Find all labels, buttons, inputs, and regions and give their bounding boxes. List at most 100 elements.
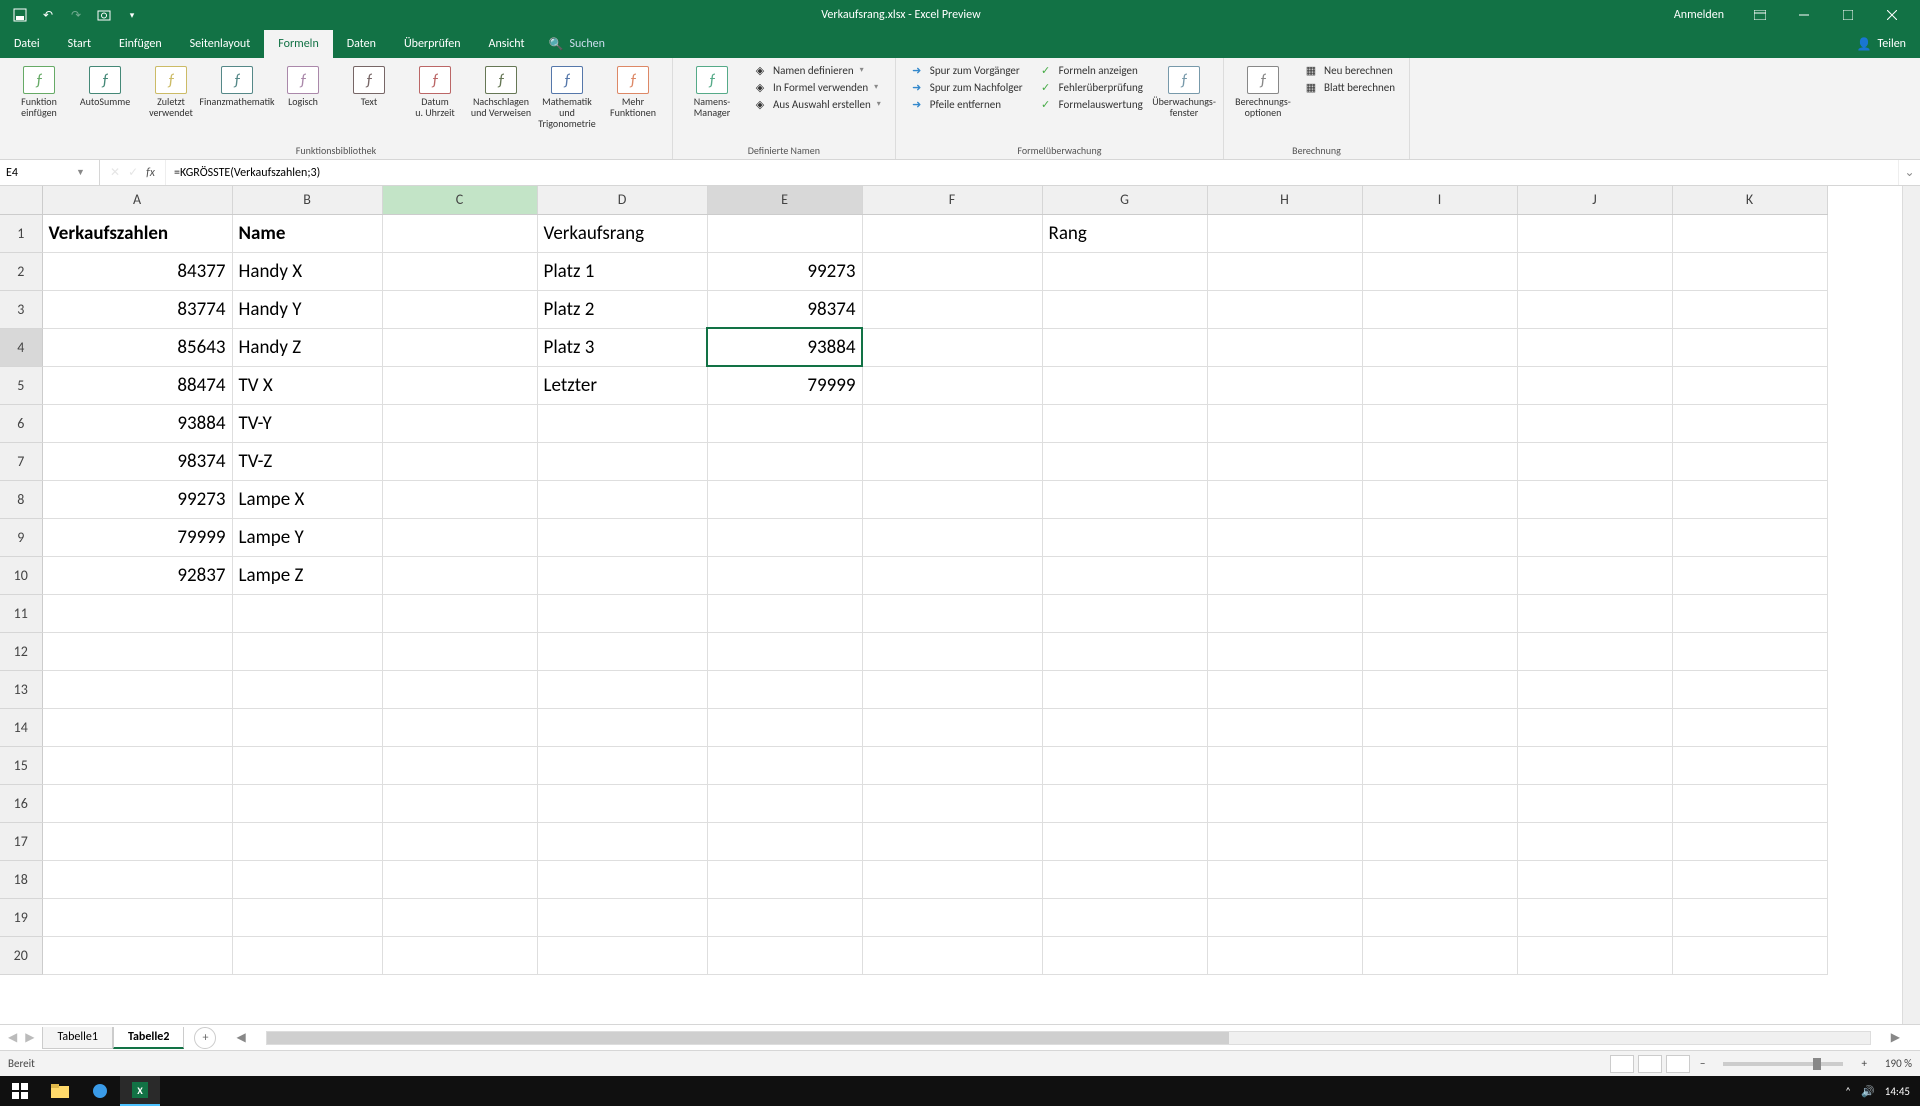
cell-F11[interactable] bbox=[862, 594, 1042, 632]
cell-J3[interactable] bbox=[1517, 290, 1672, 328]
cell-K17[interactable] bbox=[1672, 822, 1827, 860]
cell-F2[interactable] bbox=[862, 252, 1042, 290]
cell-J6[interactable] bbox=[1517, 404, 1672, 442]
tab-ansicht[interactable]: Ansicht bbox=[475, 30, 539, 58]
cell-C10[interactable] bbox=[382, 556, 537, 594]
row-header-3[interactable]: 3 bbox=[0, 290, 42, 328]
cell-G11[interactable] bbox=[1042, 594, 1207, 632]
cell-I20[interactable] bbox=[1362, 936, 1517, 974]
excel-taskbar-icon[interactable]: X bbox=[120, 1076, 160, 1106]
cell-E8[interactable] bbox=[707, 480, 862, 518]
cell-D7[interactable] bbox=[537, 442, 707, 480]
cell-F19[interactable] bbox=[862, 898, 1042, 936]
zoom-slider[interactable] bbox=[1723, 1062, 1843, 1066]
col-header-B[interactable]: B bbox=[232, 186, 382, 214]
cell-A5[interactable]: 88474 bbox=[42, 366, 232, 404]
cell-D15[interactable] bbox=[537, 746, 707, 784]
add-sheet-button[interactable]: + bbox=[194, 1027, 216, 1049]
cell-K12[interactable] bbox=[1672, 632, 1827, 670]
cell-F16[interactable] bbox=[862, 784, 1042, 822]
ribbon-namen-definieren[interactable]: ◈Namen definieren ▾ bbox=[747, 62, 887, 78]
row-header-2[interactable]: 2 bbox=[0, 252, 42, 290]
cell-F5[interactable] bbox=[862, 366, 1042, 404]
row-header-15[interactable]: 15 bbox=[0, 746, 42, 784]
ribbon-datum-u-uhrzeit[interactable]: ƒDatumu. Uhrzeit bbox=[404, 62, 466, 118]
cell-E5[interactable]: 79999 bbox=[707, 366, 862, 404]
name-box-input[interactable] bbox=[6, 166, 76, 180]
formula-bar-expand-icon[interactable]: ⌄ bbox=[1898, 160, 1920, 185]
cell-G9[interactable] bbox=[1042, 518, 1207, 556]
maximize-icon[interactable] bbox=[1828, 0, 1868, 30]
cell-K1[interactable] bbox=[1672, 214, 1827, 252]
cell-D13[interactable] bbox=[537, 670, 707, 708]
cell-B12[interactable] bbox=[232, 632, 382, 670]
ribbon-mehr-funktionen[interactable]: ƒMehrFunktionen bbox=[602, 62, 664, 118]
cell-J2[interactable] bbox=[1517, 252, 1672, 290]
cell-K20[interactable] bbox=[1672, 936, 1827, 974]
row-header-1[interactable]: 1 bbox=[0, 214, 42, 252]
ribbon-nachschlagen-und-verweisen[interactable]: ƒNachschlagenund Verweisen bbox=[470, 62, 532, 118]
tab-datei[interactable]: Datei bbox=[0, 30, 54, 58]
cell-K16[interactable] bbox=[1672, 784, 1827, 822]
cell-D12[interactable] bbox=[537, 632, 707, 670]
close-icon[interactable] bbox=[1872, 0, 1912, 30]
cell-F4[interactable] bbox=[862, 328, 1042, 366]
cell-H10[interactable] bbox=[1207, 556, 1362, 594]
cell-H19[interactable] bbox=[1207, 898, 1362, 936]
row-header-12[interactable]: 12 bbox=[0, 632, 42, 670]
cell-D5[interactable]: Letzter bbox=[537, 366, 707, 404]
col-header-C[interactable]: C bbox=[382, 186, 537, 214]
cell-J8[interactable] bbox=[1517, 480, 1672, 518]
cell-H13[interactable] bbox=[1207, 670, 1362, 708]
cell-D4[interactable]: Platz 3 bbox=[537, 328, 707, 366]
tab-formeln[interactable]: Formeln bbox=[264, 30, 332, 58]
tab-start[interactable]: Start bbox=[54, 30, 105, 58]
col-header-F[interactable]: F bbox=[862, 186, 1042, 214]
cell-C20[interactable] bbox=[382, 936, 537, 974]
cell-H18[interactable] bbox=[1207, 860, 1362, 898]
cell-C17[interactable] bbox=[382, 822, 537, 860]
zoom-out-button[interactable]: − bbox=[1694, 1057, 1711, 1070]
cell-B16[interactable] bbox=[232, 784, 382, 822]
cell-J14[interactable] bbox=[1517, 708, 1672, 746]
cell-A14[interactable] bbox=[42, 708, 232, 746]
cell-C19[interactable] bbox=[382, 898, 537, 936]
cell-D17[interactable] bbox=[537, 822, 707, 860]
cell-D2[interactable]: Platz 1 bbox=[537, 252, 707, 290]
cell-C1[interactable] bbox=[382, 214, 537, 252]
cell-A2[interactable]: 84377 bbox=[42, 252, 232, 290]
cell-A11[interactable] bbox=[42, 594, 232, 632]
cell-D1[interactable]: Verkaufsrang bbox=[537, 214, 707, 252]
save-icon[interactable] bbox=[12, 7, 28, 23]
cell-F7[interactable] bbox=[862, 442, 1042, 480]
cell-J9[interactable] bbox=[1517, 518, 1672, 556]
name-box[interactable]: ▼ bbox=[0, 160, 100, 185]
cell-I6[interactable] bbox=[1362, 404, 1517, 442]
cell-I12[interactable] bbox=[1362, 632, 1517, 670]
cell-H2[interactable] bbox=[1207, 252, 1362, 290]
ribbon-text[interactable]: ƒText bbox=[338, 62, 400, 107]
col-header-A[interactable]: A bbox=[42, 186, 232, 214]
cell-G15[interactable] bbox=[1042, 746, 1207, 784]
cell-C18[interactable] bbox=[382, 860, 537, 898]
cell-F6[interactable] bbox=[862, 404, 1042, 442]
tray-volume-icon[interactable]: 🔊 bbox=[1861, 1085, 1875, 1098]
cell-K6[interactable] bbox=[1672, 404, 1827, 442]
watch-window[interactable]: ƒÜberwachungs-fenster bbox=[1153, 62, 1215, 118]
cell-D8[interactable] bbox=[537, 480, 707, 518]
search-icon[interactable]: 🔍 bbox=[549, 37, 564, 52]
cell-D20[interactable] bbox=[537, 936, 707, 974]
cell-B19[interactable] bbox=[232, 898, 382, 936]
cell-B2[interactable]: Handy X bbox=[232, 252, 382, 290]
cell-A13[interactable] bbox=[42, 670, 232, 708]
cell-J1[interactable] bbox=[1517, 214, 1672, 252]
camera-icon[interactable] bbox=[96, 7, 112, 23]
ribbon-spur-zum-nachfolger[interactable]: ➜Spur zum Nachfolger bbox=[904, 79, 1029, 95]
cell-C4[interactable] bbox=[382, 328, 537, 366]
cell-K18[interactable] bbox=[1672, 860, 1827, 898]
cell-G14[interactable] bbox=[1042, 708, 1207, 746]
cell-E20[interactable] bbox=[707, 936, 862, 974]
cell-H4[interactable] bbox=[1207, 328, 1362, 366]
tab-daten[interactable]: Daten bbox=[333, 30, 390, 58]
cell-K2[interactable] bbox=[1672, 252, 1827, 290]
